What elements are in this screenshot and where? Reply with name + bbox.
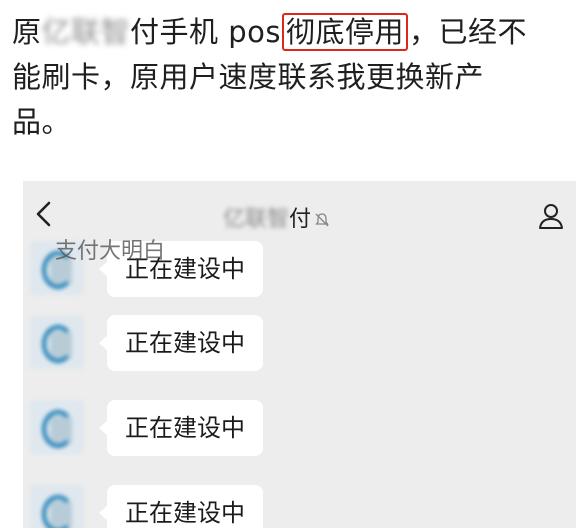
chat-title-text: 付 [289, 207, 312, 232]
caption-text: 原 [12, 15, 42, 49]
message-bubble[interactable]: 正在建设中 [99, 400, 263, 456]
caption-text: ，已经不 [409, 15, 528, 49]
caption-line-1: 原亿联智付手机 pos 彻底停用 ，已经不 [12, 10, 578, 55]
message-bubble[interactable]: 正在建设中 [99, 315, 263, 371]
post-caption: 原亿联智付手机 pos 彻底停用 ，已经不 能刷卡，原用户速度联系我更换新产 品。 [12, 10, 578, 145]
highlighted-phrase: 彻底停用 [282, 13, 409, 51]
message-row: 正在建设中 [23, 400, 576, 464]
avatar[interactable] [30, 400, 84, 454]
message-bubble[interactable]: 正在建设中 [99, 485, 263, 528]
watermark-text: 支付大明白 [55, 239, 166, 264]
chevron-left-icon[interactable] [29, 197, 57, 231]
caption-text: 付手机 pos [130, 15, 282, 49]
page: 原亿联智付手机 pos 彻底停用 ，已经不 能刷卡，原用户速度联系我更换新产 品。 … [0, 0, 582, 528]
chat-screenshot: 亿联智付 正在建设中 支付大明白 正在建设中 正在建设中 正在建设中 [23, 181, 576, 528]
message-row: 正在建设中 [23, 485, 576, 528]
avatar[interactable] [30, 315, 84, 369]
caption-line-2: 能刷卡，原用户速度联系我更换新产 [12, 60, 485, 94]
person-icon[interactable] [536, 201, 566, 231]
blurred-account-name: 亿联智 [223, 207, 290, 232]
avatar[interactable] [30, 485, 84, 528]
caption-line-3: 品。 [12, 105, 72, 139]
message-row: 正在建设中 [23, 315, 576, 379]
bell-muted-icon [315, 213, 329, 227]
blurred-brand-name: 亿联智 [41, 15, 131, 49]
chat-title: 亿联智付 [223, 201, 423, 233]
